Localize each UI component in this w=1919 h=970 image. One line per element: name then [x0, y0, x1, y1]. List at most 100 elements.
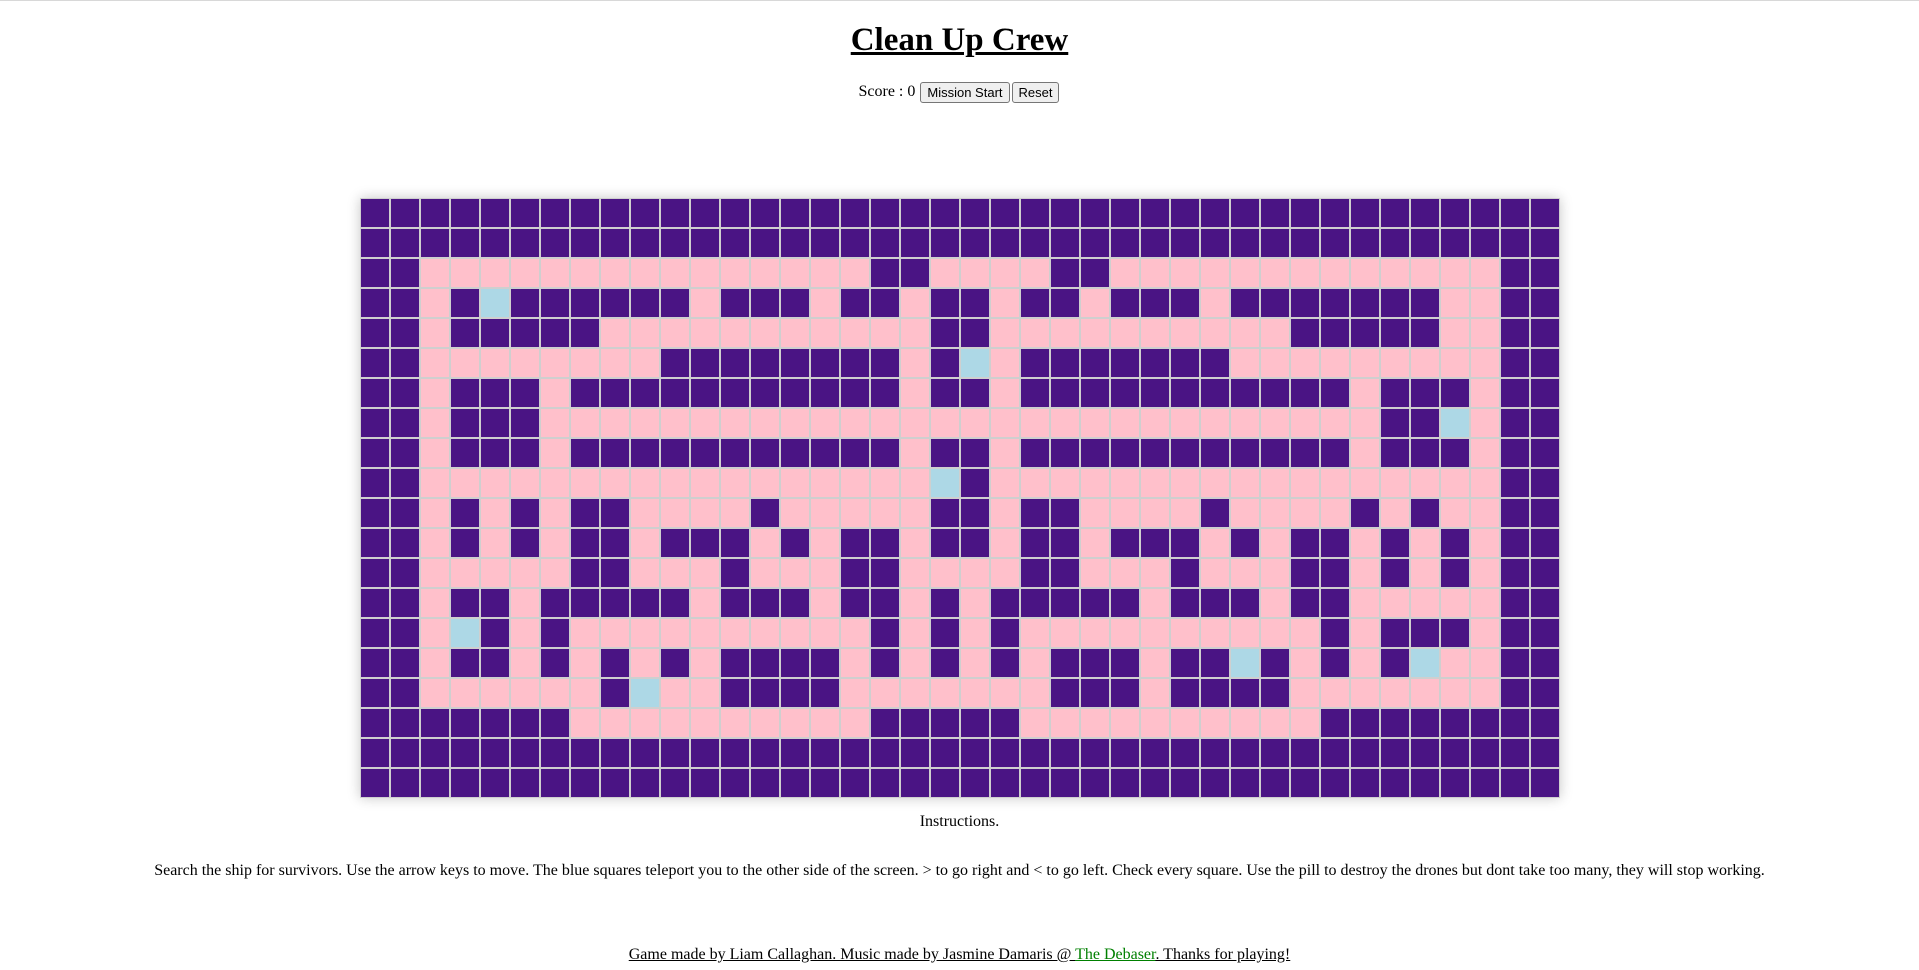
- wall-cell: [690, 198, 720, 228]
- path-cell: [1140, 318, 1170, 348]
- score-bar: Score : 0 Mission Start Reset: [0, 80, 1919, 104]
- teleport-cell: [960, 348, 990, 378]
- path-cell: [1230, 318, 1260, 348]
- path-cell: [810, 558, 840, 588]
- wall-cell: [1260, 228, 1290, 258]
- path-cell: [690, 318, 720, 348]
- path-cell: [690, 678, 720, 708]
- wall-cell: [1530, 318, 1560, 348]
- score-label: Score :: [858, 83, 908, 100]
- path-cell: [990, 348, 1020, 378]
- wall-cell: [930, 648, 960, 678]
- wall-cell: [600, 738, 630, 768]
- path-cell: [750, 408, 780, 438]
- wall-cell: [1320, 288, 1350, 318]
- wall-cell: [930, 288, 960, 318]
- path-cell: [1290, 648, 1320, 678]
- path-cell: [870, 498, 900, 528]
- path-cell: [1080, 498, 1110, 528]
- path-cell: [810, 318, 840, 348]
- path-cell: [630, 648, 660, 678]
- wall-cell: [1260, 438, 1290, 468]
- wall-cell: [1260, 678, 1290, 708]
- wall-cell: [1500, 468, 1530, 498]
- wall-cell: [1530, 708, 1560, 738]
- wall-cell: [780, 768, 810, 798]
- path-cell: [990, 528, 1020, 558]
- wall-cell: [840, 198, 870, 228]
- wall-cell: [660, 228, 690, 258]
- path-cell: [1200, 618, 1230, 648]
- wall-cell: [720, 438, 750, 468]
- path-cell: [1290, 408, 1320, 438]
- path-cell: [990, 558, 1020, 588]
- wall-cell: [480, 438, 510, 468]
- path-cell: [990, 318, 1020, 348]
- path-cell: [990, 498, 1020, 528]
- path-cell: [1020, 618, 1050, 648]
- wall-cell: [720, 228, 750, 258]
- path-cell: [1260, 558, 1290, 588]
- wall-cell: [1320, 618, 1350, 648]
- wall-cell: [390, 468, 420, 498]
- wall-cell: [1110, 678, 1140, 708]
- path-cell: [810, 468, 840, 498]
- path-cell: [540, 678, 570, 708]
- path-cell: [1230, 558, 1260, 588]
- wall-cell: [1320, 438, 1350, 468]
- wall-cell: [1380, 288, 1410, 318]
- wall-cell: [1110, 348, 1140, 378]
- wall-cell: [1380, 618, 1410, 648]
- wall-cell: [1380, 378, 1410, 408]
- wall-cell: [1200, 738, 1230, 768]
- path-cell: [1260, 318, 1290, 348]
- path-cell: [1470, 438, 1500, 468]
- game-board[interactable]: [360, 198, 1560, 798]
- debaser-link[interactable]: The Debaser: [1075, 946, 1155, 963]
- path-cell: [1020, 468, 1050, 498]
- path-cell: [600, 708, 630, 738]
- wall-cell: [1530, 438, 1560, 468]
- mission-start-button[interactable]: Mission Start: [920, 81, 1010, 103]
- wall-cell: [630, 378, 660, 408]
- path-cell: [1200, 528, 1230, 558]
- wall-cell: [1440, 528, 1470, 558]
- path-cell: [1440, 588, 1470, 618]
- wall-cell: [1500, 198, 1530, 228]
- wall-cell: [1020, 738, 1050, 768]
- wall-cell: [1260, 648, 1290, 678]
- wall-cell: [360, 408, 390, 438]
- wall-cell: [810, 198, 840, 228]
- path-cell: [1170, 498, 1200, 528]
- wall-cell: [1140, 378, 1170, 408]
- wall-cell: [930, 228, 960, 258]
- wall-cell: [1530, 378, 1560, 408]
- top-divider: [0, 0, 1919, 1]
- wall-cell: [900, 198, 930, 228]
- path-cell: [660, 618, 690, 648]
- path-cell: [990, 378, 1020, 408]
- path-cell: [1200, 408, 1230, 438]
- wall-cell: [930, 438, 960, 468]
- wall-cell: [1080, 738, 1110, 768]
- wall-cell: [780, 588, 810, 618]
- path-cell: [540, 468, 570, 498]
- path-cell: [900, 588, 930, 618]
- wall-cell: [480, 318, 510, 348]
- wall-cell: [600, 438, 630, 468]
- wall-cell: [960, 318, 990, 348]
- wall-cell: [1500, 318, 1530, 348]
- path-cell: [1170, 408, 1200, 438]
- path-cell: [1440, 348, 1470, 378]
- path-cell: [960, 258, 990, 288]
- wall-cell: [870, 288, 900, 318]
- wall-cell: [750, 498, 780, 528]
- wall-cell: [600, 678, 630, 708]
- wall-cell: [390, 258, 420, 288]
- path-cell: [1350, 438, 1380, 468]
- wall-cell: [930, 348, 960, 378]
- wall-cell: [1290, 558, 1320, 588]
- wall-cell: [1380, 228, 1410, 258]
- reset-button[interactable]: Reset: [1011, 81, 1060, 103]
- wall-cell: [1380, 318, 1410, 348]
